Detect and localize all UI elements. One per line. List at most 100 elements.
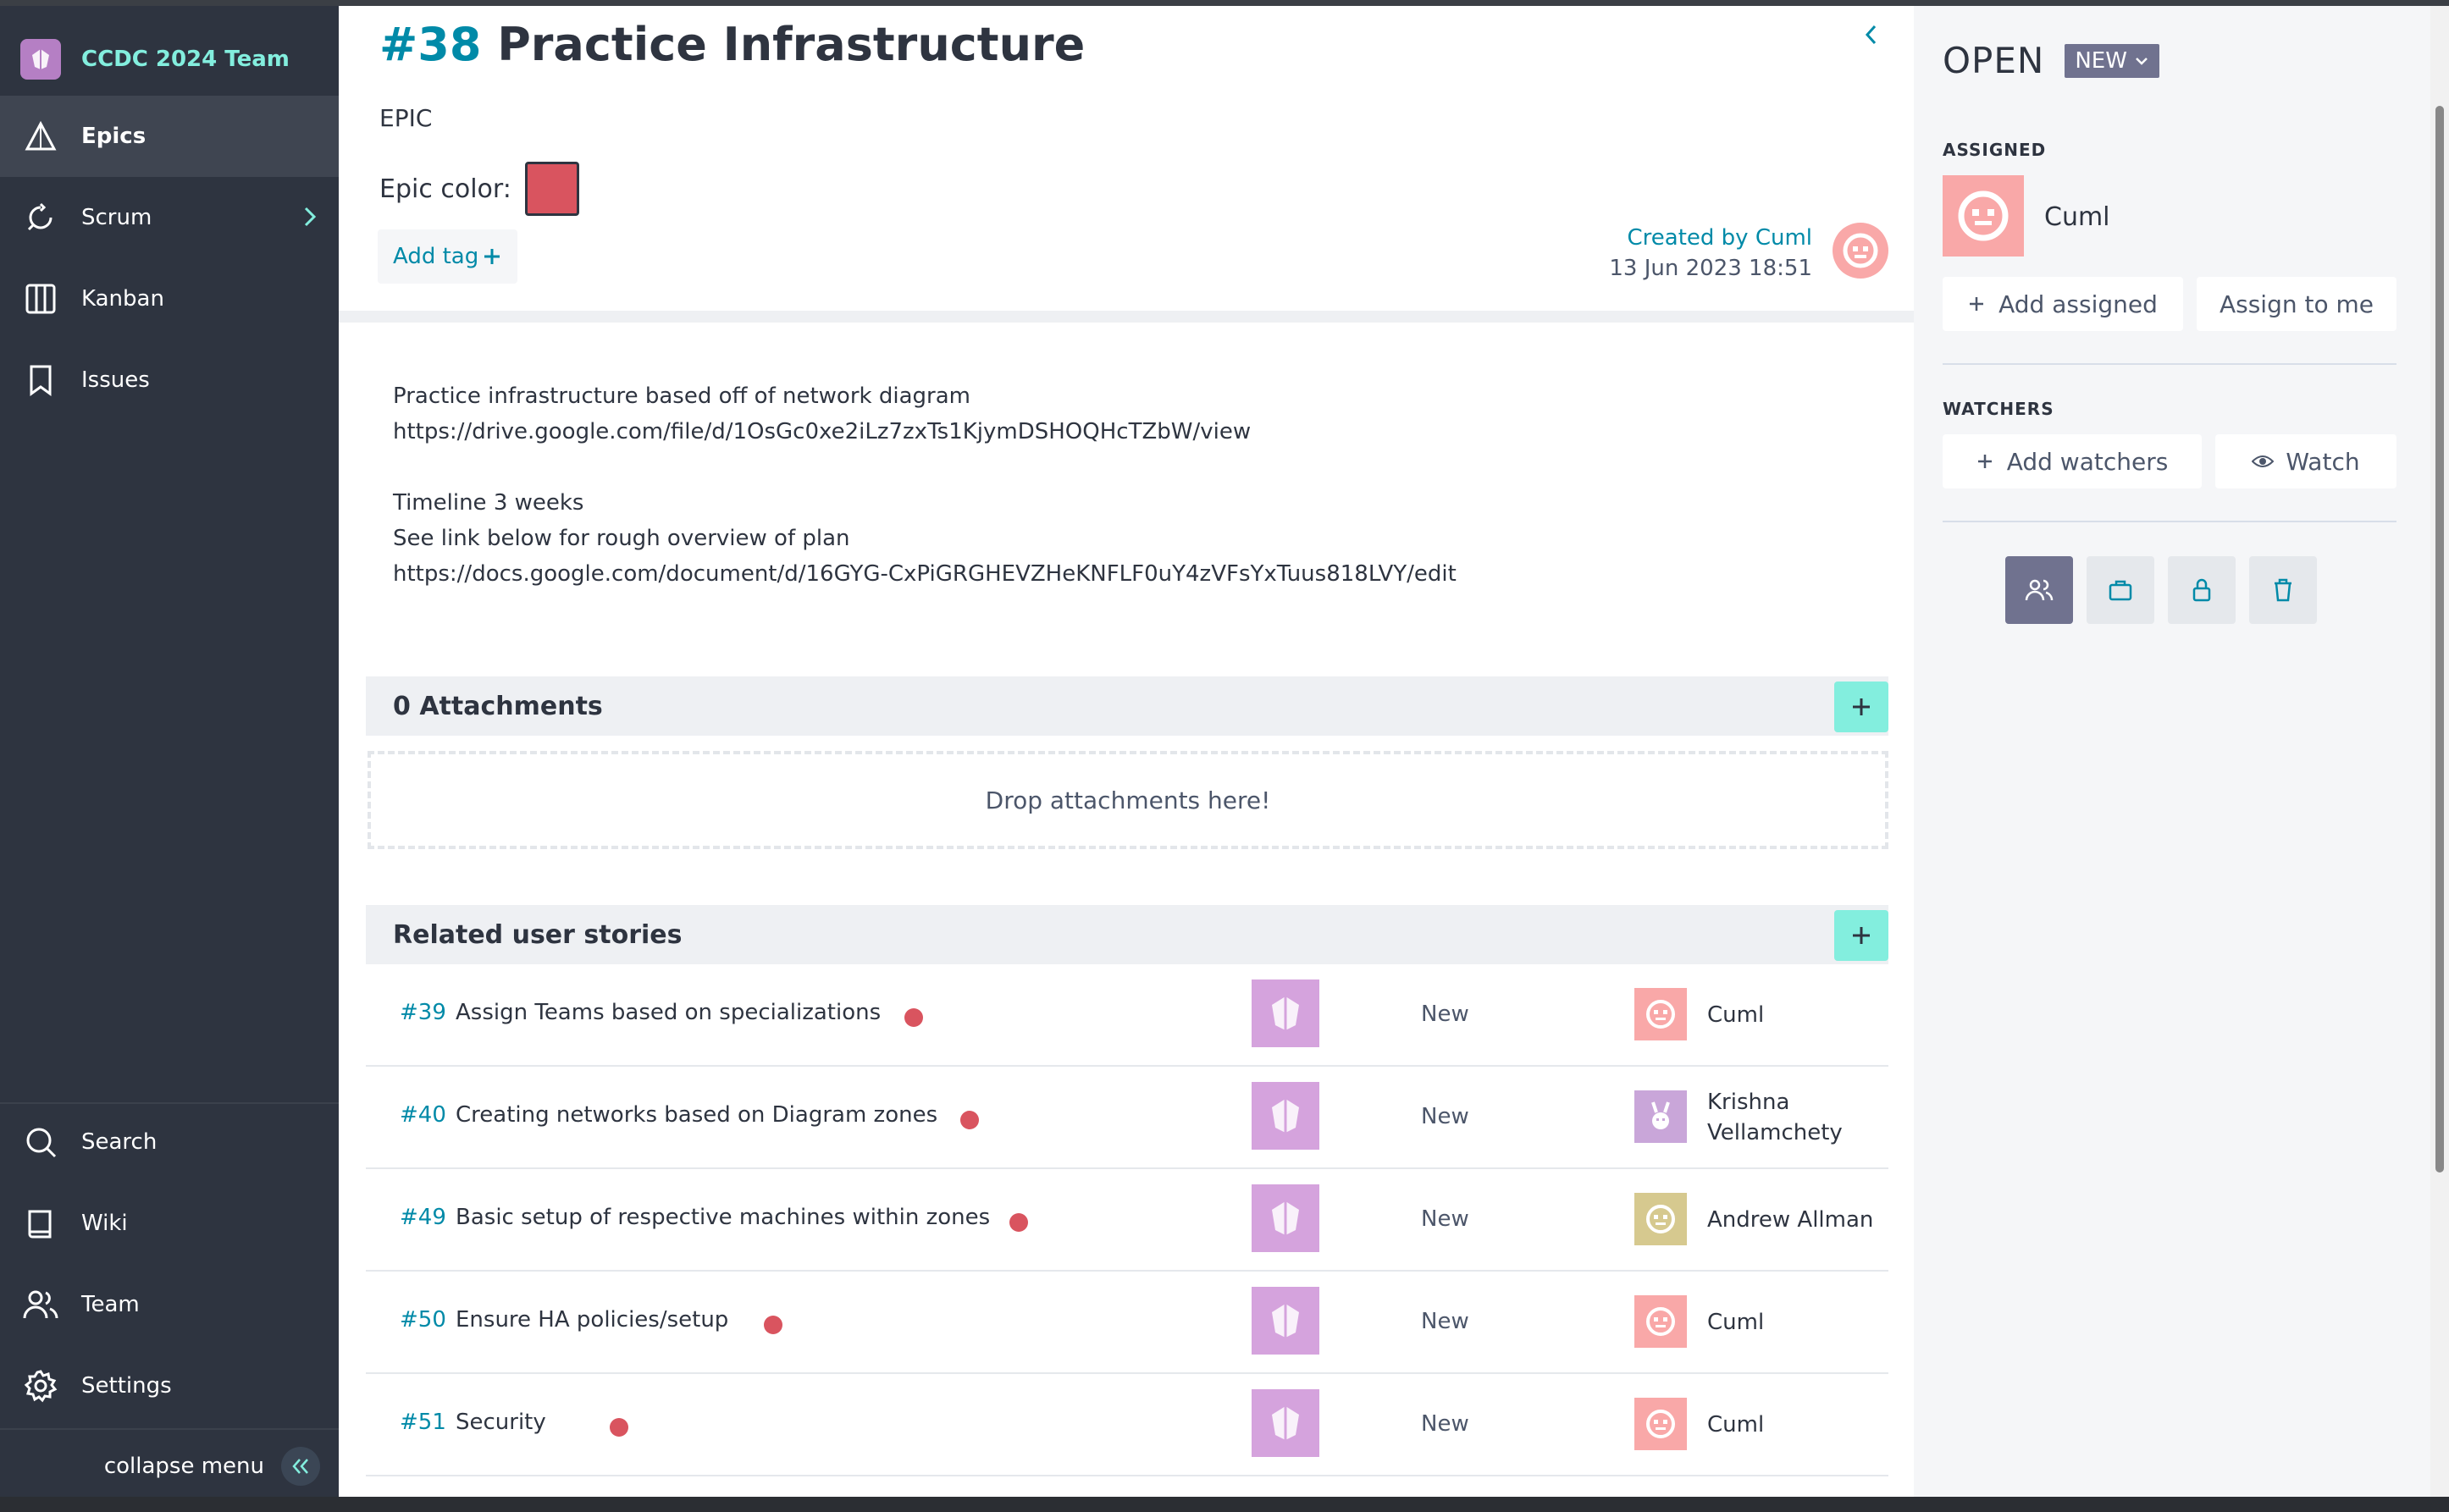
story-subject[interactable]: Basic setup of respective machines withi… [456,1205,990,1230]
epic-color-dot [904,1008,923,1027]
delete-button[interactable] [2249,556,2317,624]
sidebar-item-wiki[interactable]: Wiki [0,1183,339,1264]
panel-divider [1943,521,2396,522]
add-attachment-button[interactable] [1834,682,1888,732]
story-status[interactable]: New [1421,1309,1469,1334]
story-status[interactable]: New [1421,1104,1469,1129]
epic-color-dot [610,1418,628,1437]
story-subject[interactable]: Ensure HA policies/setup [456,1307,728,1333]
assigned-avatar [1943,175,2024,257]
add-tag-label: Add tag [393,244,479,269]
collapse-menu-button[interactable]: collapse menu [0,1437,339,1496]
sidebar-item-team[interactable]: Team [0,1264,339,1345]
sidebar-item-scrum[interactable]: Scrum [0,177,339,258]
panel-divider [1943,363,2396,365]
add-tag-button[interactable]: Add tag [378,229,518,284]
creator-avatar[interactable] [1833,223,1888,279]
add-related-story-button[interactable] [1834,910,1888,961]
sidebar-item-kanban[interactable]: Kanban [0,258,339,339]
sidebar-item-issues[interactable]: Issues [0,339,339,421]
assign-to-me-button[interactable]: Assign to me [2197,277,2396,331]
epic-description[interactable]: Practice infrastructure based off of net… [393,378,1457,592]
plus-icon [1970,297,1984,311]
story-ref[interactable]: #39 [400,1000,446,1025]
table-row[interactable]: #40 Creating networks based on Diagram z… [366,1067,1888,1169]
watch-label: Watch [2286,447,2360,476]
project-logo-icon [20,39,61,80]
story-ref[interactable]: #40 [400,1102,446,1128]
sidebar-divider [0,1428,339,1430]
story-status[interactable]: New [1421,1206,1469,1232]
assignee-avatar [1634,1398,1687,1450]
bookmark-icon [22,361,59,399]
epic-color-dot [1009,1213,1028,1232]
story-subject[interactable]: Assign Teams based on specializations [456,1000,881,1025]
story-subject[interactable]: Security [456,1410,546,1435]
team-icon [2025,579,2054,601]
epic-color-swatch[interactable] [524,162,579,216]
created-date: 13 Jun 2023 18:51 [1609,256,1812,281]
sidebar-item-label: Search [81,1129,158,1155]
gear-icon [22,1367,59,1404]
table-row[interactable]: #49 Basic setup of respective machines w… [366,1169,1888,1272]
epic-detail-main: #38 Practice Infrastructure EPIC Epic co… [339,6,1914,1497]
story-status[interactable]: New [1421,1002,1469,1027]
assignee-avatar [1634,1295,1687,1348]
sidebar-item-search[interactable]: Search [0,1101,339,1183]
assignee-name: Krishna Vellamchety [1707,1090,1843,1145]
project-logo-icon [1252,1082,1319,1150]
scrollbar-thumb[interactable] [2435,106,2444,1173]
page-scrollbar[interactable] [2430,6,2449,1497]
story-status[interactable]: New [1421,1411,1469,1437]
story-ref[interactable]: #50 [400,1307,446,1333]
chevron-left-icon[interactable] [1863,23,1878,50]
chevron-right-icon [303,206,317,234]
team-requirement-button[interactable] [2005,556,2073,624]
table-row[interactable]: #51 Security New Cuml [366,1374,1888,1476]
move-to-project-button[interactable] [2087,556,2154,624]
assigned-name[interactable]: Cuml [2044,202,2110,232]
assignee-avatar [1634,1090,1687,1143]
created-by[interactable]: Created by Cuml [1609,223,1813,253]
story-ref[interactable]: #49 [400,1205,446,1230]
plus-icon [484,249,500,264]
block-button[interactable] [2168,556,2236,624]
epic-title[interactable]: Practice Infrastructure [497,18,1085,71]
epics-icon [22,118,59,155]
header-separator [339,311,1914,323]
epic-ref: #38 [379,18,482,71]
assignee-name: Cuml [1707,1412,1765,1438]
story-ref[interactable]: #51 [400,1410,446,1435]
project-logo-icon [1252,979,1319,1047]
table-row[interactable]: #50 Ensure HA policies/setup New Cuml [366,1272,1888,1374]
lock-icon [2192,578,2211,602]
book-icon [22,1205,59,1242]
project-header[interactable]: CCDC 2024 Team [0,23,339,96]
add-assigned-button[interactable]: Add assigned [1943,277,2183,331]
sidebar-item-epics[interactable]: Epics [0,96,339,177]
double-chevron-left-icon [281,1447,320,1486]
epic-type-label: EPIC [379,104,433,132]
attachments-header: 0 Attachments [366,676,1888,736]
project-name: CCDC 2024 Team [81,47,290,72]
plus-icon [1977,455,1992,468]
sidebar-item-label: Scrum [81,205,152,230]
assigned-label: ASSIGNED [1943,140,2047,160]
attachments-dropzone[interactable]: Drop attachments here! [368,751,1888,849]
sidebar-item-settings[interactable]: Settings [0,1345,339,1426]
chevron-down-icon [2136,57,2148,65]
add-watchers-button[interactable]: Add watchers [1943,434,2202,488]
add-watchers-label: Add watchers [2006,447,2169,476]
project-logo-icon [1252,1389,1319,1457]
browser-bottom-strip [0,1497,2449,1512]
status-dropdown[interactable]: NEW [2065,43,2159,78]
browser-top-strip [0,0,2449,6]
assignee-name: Cuml [1707,1002,1765,1028]
add-assigned-label: Add assigned [1998,290,2158,318]
assignee-avatar [1634,1193,1687,1245]
sidebar-item-label: Wiki [81,1211,128,1236]
watch-button[interactable]: Watch [2215,434,2396,488]
table-row[interactable]: #39 Assign Teams based on specialization… [366,964,1888,1067]
story-subject[interactable]: Creating networks based on Diagram zones [456,1102,937,1128]
status-badge-label: NEW [2075,47,2127,74]
